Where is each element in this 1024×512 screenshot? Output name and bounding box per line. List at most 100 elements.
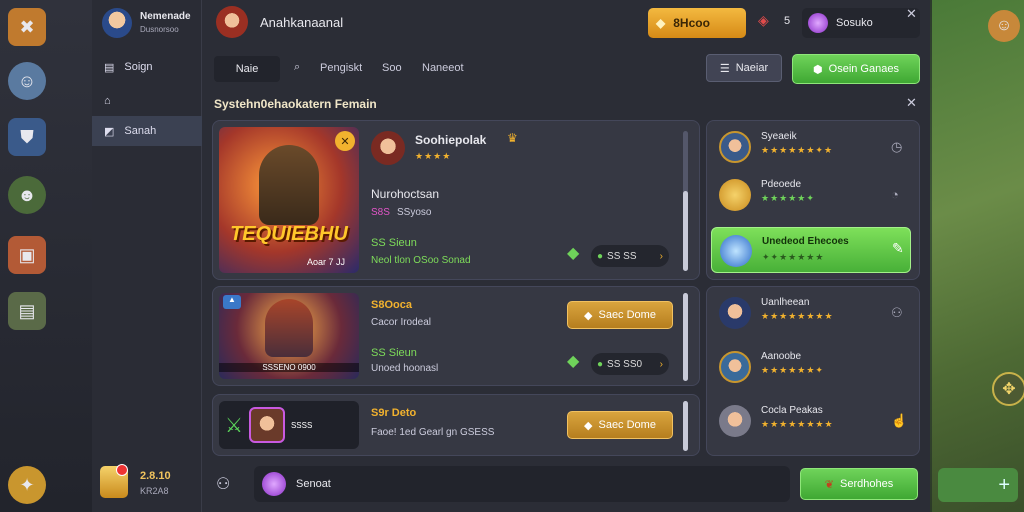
sidebar-item-sign[interactable]: ▤ Soign [92, 52, 202, 82]
medal-icon [719, 179, 751, 211]
list-item-name: Syeaeik [761, 131, 797, 142]
item-card[interactable]: ▲ SSSENO 0900 S8Ooca Cacor Irodeal SS Si… [212, 286, 700, 386]
orb-icon [808, 13, 828, 33]
user-icon[interactable]: ⚇ [891, 305, 903, 321]
tab-main[interactable]: Naie [214, 56, 280, 82]
item-name: S9r Deto [371, 407, 417, 419]
edit-icon[interactable]: ✎ [892, 240, 904, 257]
crown-icon: ♛ [507, 131, 518, 145]
list-item-rating: ★★★★★★✦★ [761, 145, 834, 155]
menu-button-label: Naeiar [735, 62, 769, 74]
item-stat: SS Sieun [371, 347, 417, 359]
portrait-caption: SSSENO 0900 [219, 363, 359, 372]
gold-currency[interactable]: ◆ 8Hcoo [648, 8, 746, 38]
gold-amount: 8Hcoo [673, 16, 710, 30]
search-icon[interactable]: ⌕ [294, 61, 300, 74]
featured-price-pill[interactable]: ● SS SS › [591, 245, 669, 267]
gem-count: 5 [784, 15, 791, 27]
tab-soo[interactable]: Soo [382, 62, 402, 74]
banner-code: Aoar 7 JJ [307, 257, 346, 267]
gem-icon: ◈ [758, 12, 769, 28]
coin-icon: ● [597, 250, 604, 262]
list-item-rating: ✦✦★★★★★ [762, 252, 825, 262]
hud-map-icon[interactable]: ▤ [8, 292, 46, 330]
close-icon[interactable]: ✕ [335, 131, 355, 151]
list-item-name: Cocla Peakas [761, 405, 823, 416]
footer-sub: KR2A8 [140, 486, 169, 496]
list-item[interactable]: Syeaeik ★★★★★★✦★ ◷ [715, 127, 911, 169]
item-price-pill[interactable]: ● SS SS0 › [591, 353, 669, 375]
hero-figure [265, 299, 313, 357]
hud-compass-icon[interactable]: ✥ [992, 372, 1024, 406]
submit-button[interactable]: ❦ Serdhohes [800, 468, 918, 500]
list-item-selected[interactable]: Unedeod Ehecoes ✦✦★★★★★ ✎ [711, 227, 911, 273]
green-gem-icon: ◆ [567, 245, 580, 262]
featured-stars: ★★★★ [415, 151, 452, 161]
featured-name: Soohiepolak [415, 133, 487, 147]
item-portrait: ⚔ SSSS [219, 401, 359, 449]
list-item[interactable]: Aanoobe ★★★★★★✦ [715, 347, 911, 389]
sidebar-item-home[interactable]: ⌂ [92, 86, 202, 116]
menu-button[interactable]: ☰ Naeiar [706, 54, 782, 82]
featured-tag: S8S [371, 207, 390, 218]
level-badge-icon: ▲ [223, 295, 241, 309]
sidebar-item-label: Sanah [124, 125, 157, 137]
item-scrollbar[interactable] [683, 401, 688, 451]
hud-avatar[interactable]: ☺ [8, 62, 46, 100]
hand-icon[interactable]: ☝ [891, 413, 907, 429]
sidebar-item-search[interactable]: ◩ Sanah [92, 116, 202, 146]
tab-pengiskt[interactable]: Pengiskt [320, 62, 362, 74]
close-icon[interactable]: ✕ [906, 6, 917, 22]
item-scrollbar[interactable] [683, 293, 688, 381]
featured-scrollbar[interactable] [683, 131, 688, 271]
coin-icon: ● [597, 358, 604, 370]
action-button[interactable]: ⬢ Osein Ganaes [792, 54, 920, 84]
clock-icon[interactable]: ◷ [891, 139, 902, 155]
featured-card[interactable]: TEQUIEBHU Aoar 7 JJ ✕ Soohiepolak ♛ ★★★★… [212, 120, 700, 280]
hud-star-icon[interactable]: ✦ [8, 466, 46, 504]
featured-banner: TEQUIEBHU Aoar 7 JJ ✕ [219, 127, 359, 273]
section-title: Systehn0ehaokatern Femain [214, 97, 377, 111]
list-item-name: Unedeod Ehecoes [762, 236, 849, 247]
featured-subtitle: Nurohoctsan [371, 187, 440, 201]
search-input[interactable]: Senoat [254, 466, 790, 502]
character-avatar[interactable] [216, 6, 248, 38]
right-list-bottom: Uanlheean ★★★★★★★★ ⚇ Aanoobe ★★★★★★✦ Coc… [706, 286, 920, 456]
hud-shield-icon[interactable]: ⛊ [8, 118, 46, 156]
player-name: Nemenade [140, 11, 191, 22]
avatar [719, 297, 751, 329]
green-gem-icon: ◆ [567, 353, 580, 370]
featured-price: SS SS [607, 250, 637, 262]
person-icon[interactable]: ⚇ [216, 474, 230, 494]
hud-chest-icon[interactable]: ▣ [8, 236, 46, 274]
portrait-caption: SSSS [290, 420, 313, 430]
item-stat-sub: Unoed hoonasl [371, 363, 439, 374]
item-action-button[interactable]: ◆ Saec Dome [567, 411, 673, 439]
tab-naneeot[interactable]: Naneeot [422, 62, 464, 74]
character-avatar [371, 131, 405, 165]
hud-avatar-right[interactable]: ☺ [988, 10, 1020, 42]
featured-stat: SS Sieun [371, 237, 417, 249]
list-item-name: Aanoobe [761, 351, 802, 362]
purple-currency[interactable]: Sosuko [802, 8, 920, 38]
sword-icon: ⚔ [225, 414, 243, 437]
right-list-top: Syeaeik ★★★★★★✦★ ◷ Pdeoede ★★★★★✦ ◔ Uned… [706, 120, 920, 280]
hero-figure [259, 145, 319, 225]
list-item[interactable]: Pdeoede ★★★★★✦ ◔ [715, 175, 911, 217]
player-avatar[interactable] [102, 8, 132, 38]
list-item[interactable]: Cocla Peakas ★★★★★★★★ ☝ [715, 401, 911, 443]
list-item[interactable]: Uanlheean ★★★★★★★★ ⚇ [715, 293, 911, 335]
timer-icon[interactable]: ◔ [891, 187, 899, 202]
hud-hero-icon[interactable]: ☻ [8, 176, 46, 214]
item-desc: Faoe! 1ed Gearl gn GSESS [371, 427, 495, 438]
side-navigation: Nemenade Dusnorsoo ▤ Soign ⌂ ◩ Sanah 2.8… [92, 0, 202, 512]
section-close-icon[interactable]: ✕ [906, 95, 917, 111]
item-action-button[interactable]: ◆ Saec Dome [567, 301, 673, 329]
compass-icon [720, 235, 752, 267]
hud-add-button[interactable]: + [938, 468, 1018, 502]
chevron-right-icon: › [659, 250, 663, 262]
item-card[interactable]: ⚔ SSSS S9r Deto Faoe! 1ed Gearl gn GSESS… [212, 394, 700, 456]
main-panel: Anahkanaanal ◆ 8Hcoo ◈ 5 Sosuko ✕ Naie ⌕… [202, 0, 930, 512]
list-item-rating: ★★★★★✦ [761, 193, 815, 203]
close-hud-icon[interactable]: ✖ [8, 8, 46, 46]
